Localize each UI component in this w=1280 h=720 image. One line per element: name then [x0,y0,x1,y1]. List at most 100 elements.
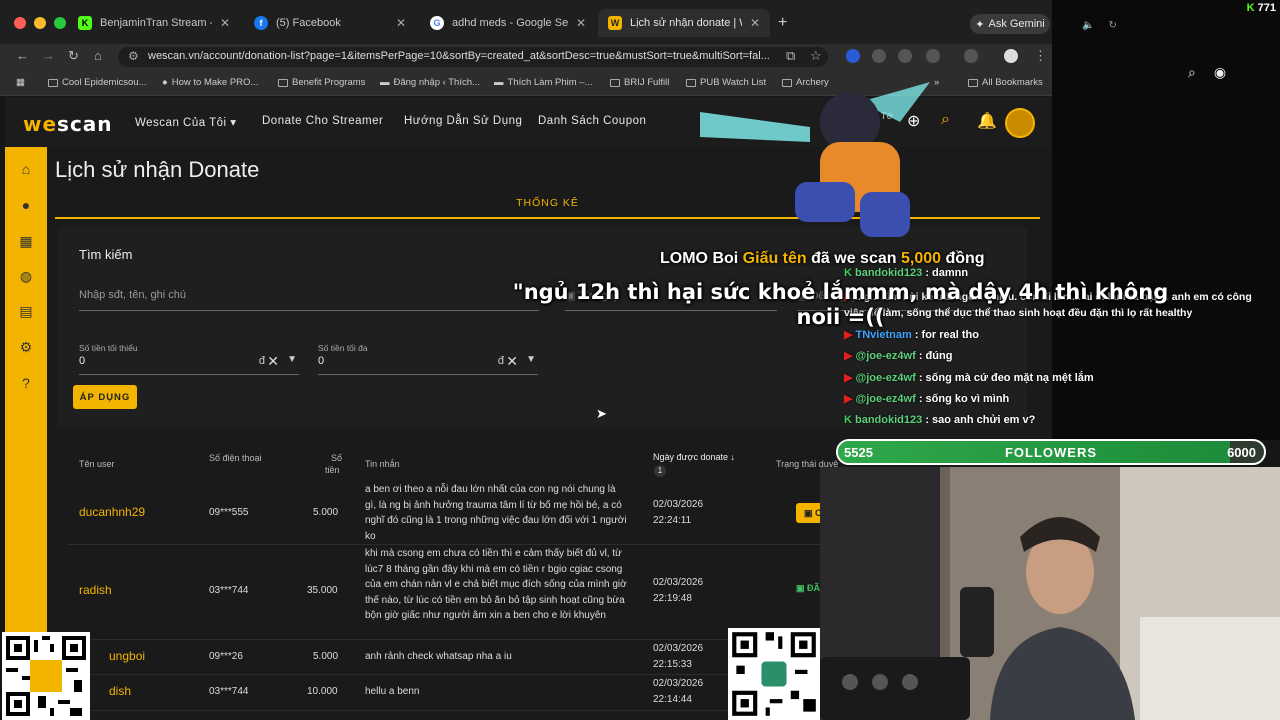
site-info-icon[interactable]: ⚙ [128,49,139,63]
youtube-icon: ▶ [844,372,856,384]
chat-text: : đúng [918,350,953,362]
extension-icon[interactable] [846,49,860,63]
extensions-puzzle-icon[interactable] [926,49,940,63]
chat-user: @joe-ez4wf [855,393,916,405]
apps-grid-icon[interactable]: ▦ [16,77,25,88]
close-tab-icon[interactable]: ✕ [750,16,760,30]
dropdown-arrow-icon[interactable]: ▼ [526,354,536,365]
bookmark-item[interactable]: Benefit Programs [278,77,365,88]
gemini-icon: ✦ [975,18,985,31]
refresh-icon[interactable]: ↻ [1108,20,1116,31]
dropdown-arrow-icon[interactable]: ▼ [287,354,297,365]
store-icon[interactable]: ▤ [18,303,34,319]
bookmark-item[interactable]: BRIJ Fulfill [610,77,669,88]
close-window-button[interactable] [14,17,26,29]
column-header-phone[interactable]: Số điện thoại [209,453,262,463]
chat-user: bandokid123 [855,414,923,426]
bookmark-item[interactable]: ▬ Thích Làm Phim –... [494,77,593,88]
column-header-amount[interactable]: Số [331,453,342,463]
column-header-message[interactable]: Tin nhắn [365,459,400,469]
bookmark-label: Cool Epidemicsou... [62,77,147,88]
menu-kebab-icon[interactable]: ⋮ [1034,48,1047,64]
profile-icon[interactable]: ◉ [1214,64,1226,81]
settings-icon[interactable]: ⚙ [18,339,34,355]
row-username[interactable]: ungboi [109,649,145,665]
extension-icon[interactable] [898,49,912,63]
followers-current: 5525 [844,445,873,460]
max-amount-value: 0 [318,355,325,367]
close-tab-icon[interactable]: ✕ [576,16,586,30]
table-row[interactable]: ducanhnh29 09***555 5.000 a ben ơi theo … [67,481,867,545]
url-bar[interactable]: ⚙ wescan.vn/account/donation-list?page=1… [118,47,828,67]
user-icon[interactable]: ● [18,197,34,213]
max-amount-label: Số tiền tối đa [318,343,368,353]
nav-coupons[interactable]: Danh Sách Coupon [538,115,646,127]
min-amount-input[interactable]: 0 đ ✕ ▼ [79,353,299,375]
search-placeholder: Nhập sđt, tên, ghi chú [79,289,187,301]
apply-button[interactable]: ÁP DỤNG [73,385,137,409]
bookmark-item[interactable]: ● How to Make PRO... [162,77,258,88]
row-username[interactable]: ducanhnh29 [79,505,145,521]
min-amount-value: 0 [79,355,86,367]
globe-icon[interactable]: ◍ [18,268,34,284]
profile-avatar[interactable] [1004,49,1018,63]
home-icon[interactable]: ⌂ [94,48,102,63]
bookmark-item[interactable]: ▬ Đăng nhập ‹ Thích... [380,77,480,88]
max-amount-input[interactable]: 0 đ ✕ ▼ [318,353,538,375]
forward-icon[interactable]: → [42,48,55,63]
bookmark-label: How to Make PRO... [171,77,259,88]
ask-gemini-button[interactable]: ✦ Ask Gemini [970,14,1050,34]
window-controls [14,17,66,29]
address-toolbar: ← → ↻ ⌂ ⚙ wescan.vn/account/donation-lis… [0,44,1052,70]
search-icon[interactable]: ⌕ [941,111,950,129]
search-input[interactable]: Nhập sđt, tên, ghi chú [79,289,539,311]
followers-label: FOLLOWERS [1004,445,1098,460]
row-message: hellu a benn [365,686,420,697]
nav-my-wescan[interactable]: Wescan Của Tôi ▾ [135,115,237,129]
minimize-window-button[interactable] [34,17,46,29]
new-tab-icon[interactable]: + [778,14,787,32]
back-icon[interactable]: ← [16,48,29,63]
column-header-date[interactable]: Ngày được donate ↓ [653,452,735,462]
close-tab-icon[interactable]: ✕ [396,16,406,30]
reload-icon[interactable]: ↻ [68,48,79,64]
home-icon[interactable]: ⌂ [18,161,34,177]
maximize-window-button[interactable] [54,17,66,29]
facebook-icon: f [254,16,268,30]
row-username[interactable]: radish [79,583,112,599]
tab-google[interactable]: G adhd meds - Google Search ✕ [420,9,596,37]
clear-icon[interactable]: ✕ [506,353,518,370]
row-time: 22:15:33 [653,659,692,670]
extension-icon[interactable] [872,49,886,63]
chat-message: K bandokid123 : sao anh chửi em v? [844,414,1035,426]
wescan-logo[interactable]: wescan [23,112,113,136]
bookmarks-overflow-icon[interactable]: » [934,77,939,88]
nav-guide[interactable]: Hướng Dẫn Sử Dụng [404,115,522,127]
tab-search-icon[interactable] [964,49,978,63]
nav-donate-streamer[interactable]: Donate Cho Streamer [262,115,383,127]
bookmark-favicon-icon: ▬ [380,77,390,88]
row-username[interactable]: dish [109,684,131,700]
bell-icon[interactable]: 🔔 [977,111,997,131]
tab-facebook[interactable]: f (5) Facebook ✕ [244,9,416,37]
cast-icon[interactable]: ⧉ [786,48,795,64]
tab-wescan[interactable]: W Lịch sử nhận donate | WeScan ✕ [598,9,770,37]
bookmark-star-icon[interactable]: ☆ [810,48,822,64]
search-title: Tìm kiếm [79,247,133,262]
help-icon[interactable]: ? [18,375,34,391]
all-bookmarks[interactable]: All Bookmarks [968,77,1043,88]
close-tab-icon[interactable]: ✕ [220,16,230,30]
table-row[interactable]: radish 03***744 35.000 khi mà csong em c… [67,545,867,640]
dashboard-icon[interactable]: ▦ [18,233,34,249]
bookmark-item[interactable]: Cool Epidemicsou... [48,77,146,88]
column-header-user[interactable]: Tên user [79,459,115,469]
row-message: anh rảnh check whatsap nha a iu [365,651,512,662]
user-avatar[interactable] [1005,108,1035,138]
tab-kick[interactable]: K BenjaminTran Stream - Watch ✕ [68,9,240,37]
row-date: 02/03/2026 [653,577,704,588]
page-title: Lịch sử nhận Donate [55,157,260,182]
chat-user: @joe-ez4wf [855,350,916,362]
clear-icon[interactable]: ✕ [267,353,279,370]
volume-icon[interactable]: 🔈 [1082,20,1094,31]
search-icon[interactable]: ⌕ [1188,64,1196,81]
